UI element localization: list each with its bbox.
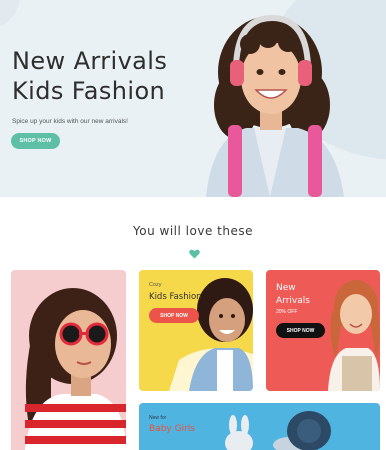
card-baby-girls[interactable]: New for Baby Girls [139,403,380,450]
boy-photo [169,278,253,391]
card-arrivals-shop-now-button[interactable]: SHOP NOW [276,323,325,338]
card-kids-title: Kids Fashion [149,292,202,302]
girl-sunglasses-photo [25,288,126,450]
card-baby-eyebrow: New for [149,415,167,421]
card-arrivals-title: New Arrivals [276,282,310,308]
section-title: You will love these [133,224,253,238]
card-arrivals-discount: 20% OFF [276,309,298,315]
card-kids-fashion[interactable]: Cozy Kids Fashion SHOP NOW [139,270,253,391]
hero-decor-corner [0,0,20,30]
card-arrivals-title-line-2: Arrivals [276,296,310,306]
hero-banner: New Arrivals Kids Fashion Spice up your … [0,0,386,197]
hero-title-line-1: New Arrivals [12,47,168,75]
card-kids-eyebrow: Cozy [149,282,162,288]
card-kids-shop-now-button[interactable]: SHOP NOW [149,308,199,323]
card-baby-title: Baby Girls [149,424,195,434]
hero-title: New Arrivals Kids Fashion [12,46,222,106]
heart-icon [189,249,200,259]
hero-child-photo [206,14,344,197]
card-girl-sunglasses[interactable] [11,270,126,450]
hero-subtitle: Spice up your kids with our new arrivals… [12,118,128,125]
card-arrivals-title-line-1: New [276,283,296,293]
hero-title-line-2: Kids Fashion [12,77,166,105]
card-new-arrivals[interactable]: New Arrivals 20% OFF SHOP NOW [266,270,380,391]
hero-shop-now-button[interactable]: SHOP NOW [11,133,60,149]
